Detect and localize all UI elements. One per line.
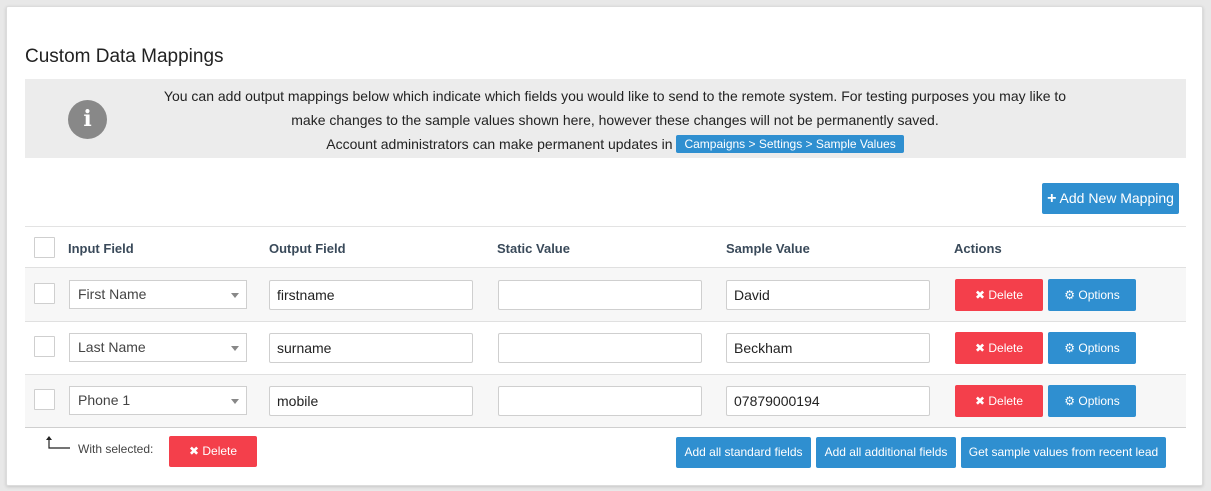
close-icon: ✖ bbox=[188, 444, 200, 458]
static-value-input[interactable] bbox=[498, 280, 702, 310]
page-title: Custom Data Mappings bbox=[25, 46, 224, 67]
info-line-3: Account administrators can make permanen… bbox=[125, 132, 1105, 156]
options-label: Options bbox=[1078, 288, 1120, 302]
delete-label: Delete bbox=[988, 288, 1024, 302]
bulk-delete-button[interactable]: ✖ Delete bbox=[169, 436, 257, 467]
table-bottom-border bbox=[25, 427, 1186, 428]
chevron-down-icon bbox=[231, 399, 239, 404]
delete-label: Delete bbox=[988, 341, 1024, 355]
corner-arrow-icon bbox=[46, 436, 70, 449]
delete-row-button[interactable]: ✖ Delete bbox=[955, 279, 1043, 311]
output-field-input[interactable]: surname bbox=[269, 333, 473, 363]
delete-row-button[interactable]: ✖ Delete bbox=[955, 332, 1043, 364]
with-selected-label: With selected: bbox=[78, 442, 154, 456]
header-sample-value: Sample Value bbox=[726, 241, 810, 256]
chevron-down-icon bbox=[231, 293, 239, 298]
static-value-input[interactable] bbox=[498, 386, 702, 416]
close-icon: ✖ bbox=[974, 341, 986, 355]
header-static-value: Static Value bbox=[497, 241, 570, 256]
options-row-button[interactable]: ⚙ Options bbox=[1048, 385, 1136, 417]
info-line-1: You can add output mappings below which … bbox=[163, 88, 1067, 104]
plus-icon: + bbox=[1047, 190, 1057, 207]
select-all-checkbox[interactable] bbox=[34, 237, 55, 258]
get-sample-values-button[interactable]: Get sample values from recent lead bbox=[961, 437, 1166, 468]
table-top-border bbox=[25, 226, 1186, 227]
info-icon: i bbox=[68, 100, 107, 139]
sample-value-input[interactable]: David bbox=[726, 280, 930, 310]
chevron-down-icon bbox=[231, 346, 239, 351]
sample-values-link[interactable]: Campaigns > Settings > Sample Values bbox=[676, 135, 904, 153]
input-field-select[interactable]: First Name bbox=[69, 280, 247, 309]
input-field-value: First Name bbox=[78, 286, 147, 302]
gear-icon: ⚙ bbox=[1064, 394, 1076, 408]
header-output-field: Output Field bbox=[269, 241, 346, 256]
options-row-button[interactable]: ⚙ Options bbox=[1048, 332, 1136, 364]
info-line-3-text: Account administrators can make permanen… bbox=[326, 136, 673, 152]
gear-icon: ⚙ bbox=[1064, 288, 1076, 302]
header-actions: Actions bbox=[954, 241, 1002, 256]
info-box: i You can add output mappings below whic… bbox=[25, 79, 1186, 158]
input-field-value: Last Name bbox=[78, 339, 146, 355]
close-icon: ✖ bbox=[974, 394, 986, 408]
input-field-select[interactable]: Last Name bbox=[69, 333, 247, 362]
options-label: Options bbox=[1078, 341, 1120, 355]
row-checkbox[interactable] bbox=[34, 389, 55, 410]
input-field-value: Phone 1 bbox=[78, 392, 131, 408]
delete-row-button[interactable]: ✖ Delete bbox=[955, 385, 1043, 417]
options-label: Options bbox=[1078, 394, 1120, 408]
options-row-button[interactable]: ⚙ Options bbox=[1048, 279, 1136, 311]
header-input-field: Input Field bbox=[68, 241, 134, 256]
delete-label: Delete bbox=[988, 394, 1024, 408]
gear-icon: ⚙ bbox=[1064, 341, 1076, 355]
row-checkbox[interactable] bbox=[34, 336, 55, 357]
sample-value-input[interactable]: 07879000194 bbox=[726, 386, 930, 416]
custom-data-mappings-panel: Custom Data Mappings i You can add outpu… bbox=[6, 6, 1203, 486]
output-field-input[interactable]: mobile bbox=[269, 386, 473, 416]
static-value-input[interactable] bbox=[498, 333, 702, 363]
input-field-select[interactable]: Phone 1 bbox=[69, 386, 247, 415]
info-line-2: make changes to the sample values shown … bbox=[291, 112, 939, 128]
info-text: You can add output mappings below which … bbox=[125, 84, 1105, 156]
add-all-additional-fields-button[interactable]: Add all additional fields bbox=[816, 437, 956, 468]
close-icon: ✖ bbox=[974, 288, 986, 302]
add-all-standard-fields-button[interactable]: Add all standard fields bbox=[676, 437, 811, 468]
add-new-mapping-button[interactable]: + Add New Mapping bbox=[1042, 183, 1179, 214]
add-new-mapping-label: Add New Mapping bbox=[1059, 190, 1174, 206]
row-checkbox[interactable] bbox=[34, 283, 55, 304]
bulk-delete-label: Delete bbox=[202, 444, 238, 458]
output-field-input[interactable]: firstname bbox=[269, 280, 473, 310]
sample-value-input[interactable]: Beckham bbox=[726, 333, 930, 363]
